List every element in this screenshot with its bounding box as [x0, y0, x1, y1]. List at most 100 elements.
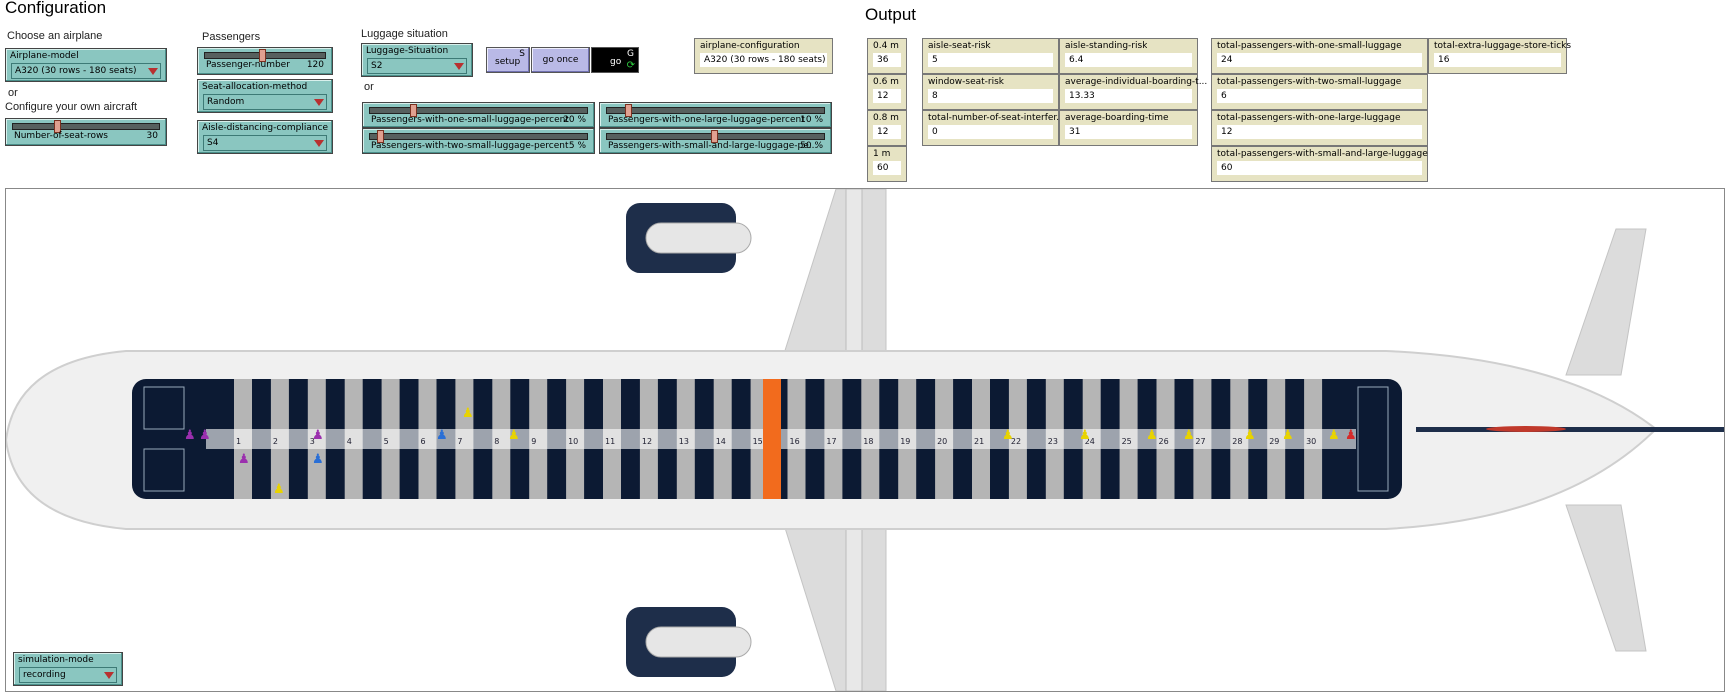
monitor-label: total-passengers-with-one-large-luggage — [1217, 113, 1401, 123]
seat-allocation-chooser[interactable]: Seat-allocation-method Random — [197, 79, 333, 113]
monitor-value: 0 — [928, 125, 1053, 139]
slider-label: Number-of-seat-rows — [14, 131, 108, 141]
window-seat-risk-monitor: window-seat-risk 8 — [922, 74, 1059, 110]
slider-label: Passengers-with-two-small-luggage-percen… — [371, 141, 569, 151]
airplane-configuration-monitor: airplane-configuration A320 (30 rows - 1… — [694, 38, 833, 74]
monitor-value: 24 — [1217, 53, 1422, 67]
row-number: 4 — [346, 437, 352, 446]
monitor-value: 16 — [1434, 53, 1561, 67]
row-number: 15 — [752, 437, 763, 446]
button-label: go — [610, 57, 622, 67]
aisle-compliance-value: S4 — [203, 135, 327, 151]
monitor-label: average-boarding-time — [1065, 113, 1169, 123]
luggage-situation-chooser[interactable]: Luggage-Situation S2 — [361, 43, 473, 77]
monitor-label: average-individual-boarding-t... — [1065, 77, 1208, 87]
monitor-value: 12 — [873, 89, 901, 103]
one-large-luggage-slider[interactable]: Passengers-with-one-large-luggage-percen… — [599, 102, 832, 128]
simulation-mode-chooser[interactable]: simulation-mode recording — [13, 652, 123, 686]
monitor-label: 0.6 m — [873, 77, 899, 87]
row-number: 1 — [236, 437, 242, 446]
slider-label: Passengers-with-small-and-large-luggage-… — [608, 141, 818, 151]
button-label: setup — [495, 57, 521, 67]
or-text: or — [8, 87, 18, 99]
dropdown-arrow-icon — [454, 63, 464, 70]
seat-allocation-label: Seat-allocation-method — [202, 82, 308, 92]
one-small-luggage-slider[interactable]: Passengers-with-one-small-luggage-percen… — [362, 102, 595, 128]
row-number: 13 — [678, 437, 689, 446]
one-small-luggage-monitor: total-passengers-with-one-small-luggage … — [1211, 38, 1428, 74]
monitor-label: total-extra-luggage-store-ticks — [1434, 41, 1572, 51]
average-boarding-time-monitor: average-boarding-time 31 — [1059, 110, 1198, 146]
row-number: 14 — [715, 437, 726, 446]
person-icon: ♟ — [1002, 428, 1014, 443]
person-icon: ♟ — [199, 428, 211, 443]
person-icon: ♟ — [1146, 428, 1158, 443]
row-number: 16 — [789, 437, 800, 446]
configuration-heading: Configuration — [5, 0, 107, 17]
airplane-model-chooser[interactable]: Airplane-model A320 (30 rows - 180 seats… — [5, 48, 167, 82]
row-number: 28 — [1232, 437, 1243, 446]
aisle-compliance-label: Aisle-distancing-compliance — [202, 123, 329, 133]
monitor-label: aisle-standing-risk — [1065, 41, 1148, 51]
small-and-large-luggage-slider[interactable]: Passengers-with-small-and-large-luggage-… — [599, 128, 832, 154]
monitor-value: 6 — [1217, 89, 1422, 103]
wing-flap — [845, 518, 863, 691]
monitor-value: 8 — [928, 89, 1053, 103]
row-number: 30 — [1306, 437, 1317, 446]
seat-interference-monitor: total-number-of-seat-interfer... 0 — [922, 110, 1065, 146]
row-number: 8 — [494, 437, 500, 446]
person-icon: ♟ — [184, 428, 196, 443]
row-number: 5 — [383, 437, 389, 446]
monitor-value: A320 (30 rows - 180 seats) — [700, 53, 827, 67]
go-button[interactable]: G go ⟳ — [591, 47, 639, 73]
monitor-value: 12 — [1217, 125, 1422, 139]
world-view[interactable]: 1 2 3 4 5 6 7 8 9 10 11 12 13 14 15 16 17 18 19 20 21 22 23 24 2… — [5, 188, 1725, 692]
luggage-heading: Luggage situation — [361, 28, 448, 40]
row-number: 18 — [863, 437, 874, 446]
row-number: 2 — [272, 437, 278, 446]
distance-monitor: 1 m 60 — [867, 146, 907, 182]
seat-allocation-value: Random — [203, 94, 327, 110]
person-icon: ♟ — [1244, 428, 1256, 443]
slider-track — [12, 123, 160, 130]
slider-label: Passenger-number — [206, 60, 290, 70]
monitor-label: total-passengers-with-small-and-large-lu… — [1217, 149, 1428, 159]
monitor-label: 0.8 m — [873, 113, 899, 123]
output-heading: Output — [865, 5, 917, 24]
passengers-heading: Passengers — [202, 31, 261, 43]
row-number: 17 — [826, 437, 837, 446]
slider-value: 30 — [146, 131, 158, 141]
two-small-luggage-slider[interactable]: Passengers-with-two-small-luggage-percen… — [362, 128, 595, 154]
distance-monitor: 0.6 m 12 — [867, 74, 907, 110]
monitor-label: aisle-seat-risk — [928, 41, 991, 51]
person-icon: ♟ — [1183, 428, 1195, 443]
slider-value: 120 — [306, 60, 324, 70]
exit-row — [763, 379, 781, 499]
row-number: 26 — [1158, 437, 1169, 446]
monitor-value: 31 — [1065, 125, 1192, 139]
slider-value: 20 % — [563, 115, 586, 125]
configure-own-label: Configure your own aircraft — [5, 101, 138, 113]
row-number: 19 — [900, 437, 911, 446]
go-once-button[interactable]: go once — [531, 47, 590, 73]
row-number: 12 — [641, 437, 653, 446]
person-icon: ♟ — [462, 406, 474, 421]
aisle-compliance-chooser[interactable]: Aisle-distancing-compliance S4 — [197, 120, 333, 154]
row-number: 21 — [974, 437, 985, 446]
number-of-seat-rows-slider[interactable]: Number-of-seat-rows 30 — [5, 118, 167, 146]
monitor-label: 0.4 m — [873, 41, 899, 51]
distance-monitor: 0.4 m 36 — [867, 38, 907, 74]
person-icon: ♟ — [1328, 428, 1340, 443]
setup-button[interactable]: S setup — [486, 47, 530, 73]
dropdown-arrow-icon — [148, 68, 158, 75]
monitor-value: 60 — [1217, 161, 1422, 175]
passenger-number-slider[interactable]: Passenger-number 120 — [197, 47, 333, 75]
person-icon: ♟ — [312, 428, 324, 443]
row-number: 29 — [1269, 437, 1280, 446]
or-text: or — [364, 81, 374, 93]
monitor-value: 36 — [873, 53, 901, 67]
person-icon: ♟ — [1079, 428, 1091, 443]
airplane-model-label: Airplane-model — [10, 51, 79, 61]
row-number: 23 — [1047, 437, 1058, 446]
slider-value: 10 % — [800, 115, 823, 125]
